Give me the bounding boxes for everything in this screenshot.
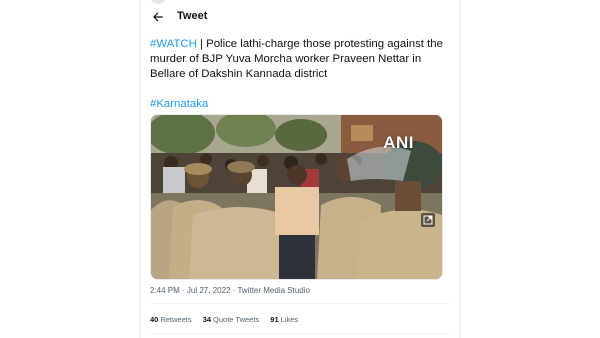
video-watermark: ANI: [383, 133, 414, 152]
quote-tweets-label: Quote Tweets: [213, 315, 260, 324]
retweets-label: Retweets: [160, 315, 192, 324]
tweet-stats: 40 Retweets 34 Quote Tweets 91 Likes: [150, 315, 307, 324]
expand-icon[interactable]: [421, 213, 435, 227]
quote-tweets-count: 34: [202, 315, 212, 324]
tweet-video[interactable]: ANI: [150, 114, 443, 280]
arrow-left-icon: [153, 12, 163, 22]
tweet-column: Tweet #WATCH | Police lathi-charge those…: [140, 0, 460, 338]
quote-tweets-stat[interactable]: 34 Quote Tweets: [203, 315, 259, 324]
avatar: [151, 0, 165, 4]
tweet-meta: 2:44 PM · Jul 27, 2022 · Twitter Media S…: [150, 286, 310, 295]
hashtag-karnataka-link[interactable]: #Karnataka: [150, 97, 450, 112]
divider: [150, 303, 450, 304]
divider: [150, 333, 450, 334]
meta-separator: ·: [179, 286, 187, 295]
tweet-time[interactable]: 2:44 PM: [150, 286, 180, 295]
likes-stat[interactable]: 91 Likes: [270, 315, 298, 324]
expand-glyph-icon: [423, 215, 433, 225]
page-title: Tweet: [177, 10, 208, 22]
back-button[interactable]: [147, 6, 169, 28]
tweet-header: Tweet: [141, 0, 459, 34]
likes-count: 91: [270, 315, 279, 324]
retweets-count: 40: [150, 315, 159, 324]
tweet-date[interactable]: Jul 27, 2022: [187, 286, 231, 295]
tweet-source[interactable]: Twitter Media Studio: [237, 286, 309, 295]
tweet-text: #WATCH | Police lathi-charge those prote…: [150, 37, 450, 112]
retweets-stat[interactable]: 40 Retweets: [150, 315, 192, 324]
hashtag-watch-link[interactable]: #WATCH: [150, 38, 197, 50]
likes-label: Likes: [280, 315, 299, 324]
